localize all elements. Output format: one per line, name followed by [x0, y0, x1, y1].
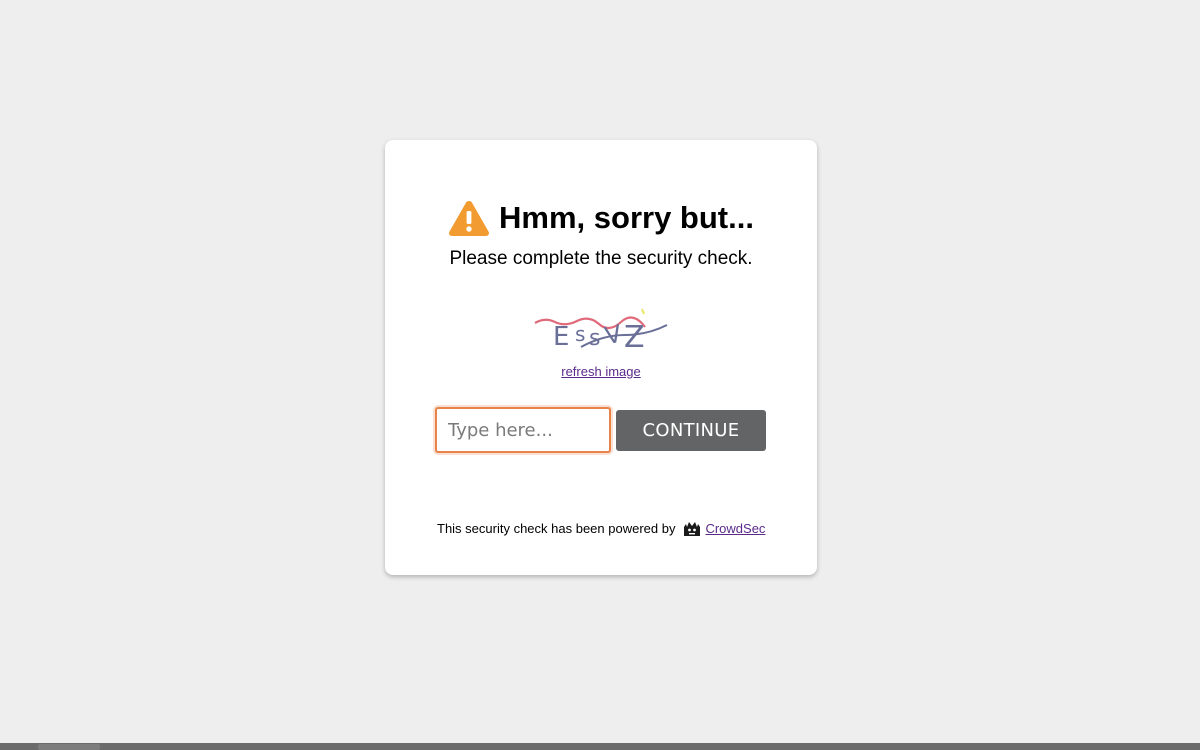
captcha-glyph-4: V [602, 319, 624, 350]
security-check-card: Hmm, sorry but... Please complete the se… [385, 140, 817, 575]
crowdsec-link[interactable]: CrowdSec [705, 521, 765, 536]
page-title: Hmm, sorry but... [499, 200, 754, 235]
captcha-image: E s s V Z [534, 308, 668, 355]
captcha-glyph-1: E [553, 322, 569, 352]
captcha-glyph-5: Z [624, 320, 645, 355]
horizontal-scrollbar[interactable] [0, 743, 1200, 750]
page-subtitle: Please complete the security check. [449, 248, 753, 269]
powered-by: This security check has been powered by … [437, 519, 765, 537]
crowdsec-logo-icon [684, 522, 701, 536]
title-row: Hmm, sorry but... [385, 198, 817, 238]
captcha-form: CONTINUE [435, 407, 766, 453]
page: Hmm, sorry but... Please complete the se… [0, 0, 1200, 750]
refresh-image-link[interactable]: refresh image [561, 364, 640, 379]
captcha-glyph-2: s [575, 322, 585, 346]
continue-button[interactable]: CONTINUE [616, 409, 766, 451]
captcha-input[interactable] [435, 407, 611, 453]
scrollbar-thumb[interactable] [38, 744, 100, 750]
refresh-row: refresh image [385, 364, 817, 379]
powered-by-text: This security check has been powered by [437, 520, 676, 536]
captcha-glyph-3: s [589, 326, 600, 351]
warning-icon [449, 201, 490, 236]
